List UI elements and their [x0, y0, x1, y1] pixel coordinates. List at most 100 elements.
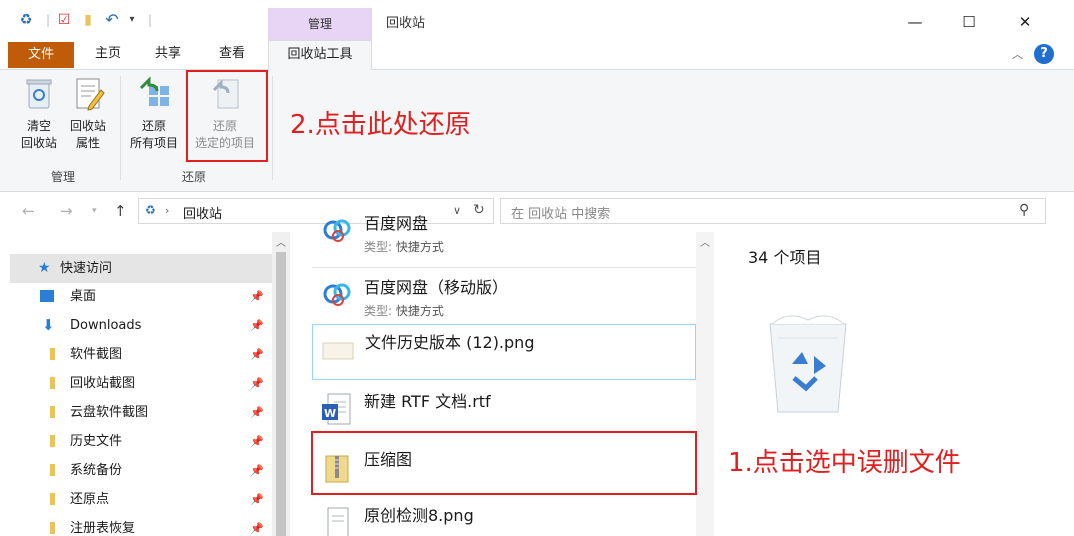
file-name: 原创检测8.png [364, 506, 474, 525]
customize-toolbar-icon[interactable]: ▾ [124, 12, 140, 28]
baidu-netdisk-icon [320, 214, 354, 250]
scroll-up-icon[interactable]: ︿ [700, 234, 710, 249]
star-icon: ★ [38, 260, 51, 276]
new-folder-icon[interactable]: ▮ [80, 12, 96, 28]
recycle-bin-icon [22, 76, 56, 112]
folder-icon [50, 522, 55, 534]
restore-all-items-button[interactable]: 还原 所有项目 [124, 76, 184, 152]
context-group-label: 管理 [307, 17, 332, 31]
file-type: 类型: 快捷方式 [364, 302, 444, 319]
nav-item-folder[interactable]: 还原点 📌 [10, 485, 272, 514]
tab-home[interactable]: 主页 [84, 40, 132, 70]
download-icon: ⬇ [42, 316, 55, 334]
tab-recycle-bin-tools[interactable]: 回收站工具 [268, 40, 372, 71]
properties-label-2: 属性 [75, 136, 100, 150]
file-type: 类型: 快捷方式 [364, 238, 444, 255]
nav-item-folder[interactable]: 历史文件 📌 [10, 427, 272, 456]
breadcrumb-recycle-bin[interactable]: 回收站 [183, 203, 222, 222]
ribbon-tab-row: 文件 主页 共享 查看 回收站工具 ︿ ? [0, 40, 1074, 71]
recycle-bin-properties-button[interactable]: 回收站 属性 [64, 76, 112, 152]
pin-icon[interactable]: 📌 [250, 514, 264, 536]
separator-icon: | [45, 13, 51, 27]
separator-icon: | [147, 13, 153, 27]
recycle-bin-small-icon: ♻ [19, 12, 33, 28]
tab-file[interactable]: 文件 [8, 42, 74, 68]
folder-icon [50, 406, 55, 418]
pin-icon[interactable]: 📌 [250, 340, 264, 369]
nav-item-downloads[interactable]: ⬇ Downloads 📌 [10, 311, 272, 340]
help-icon[interactable]: ? [1034, 44, 1054, 64]
file-name: 文件历史版本 (12).png [365, 333, 535, 352]
svg-text:W: W [324, 407, 336, 420]
pin-icon[interactable]: 📌 [250, 485, 264, 514]
nav-item-quick-access[interactable]: ★ 快速访问 [10, 254, 272, 283]
nav-item-label: 云盘软件截图 [70, 405, 149, 420]
nav-scrollbar[interactable]: ︿ [272, 232, 290, 536]
list-item[interactable]: 文件历史版本 (12).png [312, 324, 696, 380]
file-name: 新建 RTF 文档.rtf [364, 392, 491, 411]
collapse-ribbon-icon[interactable]: ︿ [1012, 46, 1023, 62]
nav-item-folder[interactable]: 云盘软件截图 📌 [10, 398, 272, 427]
file-list-scrollbar[interactable]: ︿ [696, 232, 714, 536]
list-item[interactable]: W 新建 RTF 文档.rtf [312, 384, 696, 438]
nav-item-label: 历史文件 [70, 434, 123, 449]
pin-icon[interactable]: 📌 [250, 369, 264, 398]
nav-item-label: 桌面 [70, 289, 97, 304]
pin-icon[interactable]: 📌 [250, 311, 264, 340]
close-button[interactable]: ✕ [1002, 8, 1048, 36]
list-item[interactable]: 百度网盘（移动版） 类型: 快捷方式 [312, 270, 696, 324]
minimize-button[interactable]: — [892, 8, 938, 36]
empty-recycle-bin-button[interactable]: 清空 回收站 [14, 76, 64, 152]
pin-icon[interactable]: 📌 [250, 282, 264, 311]
undo-icon[interactable]: ↶ [104, 12, 120, 28]
ribbon-group-divider [272, 76, 273, 180]
nav-item-label: 系统备份 [70, 463, 123, 478]
nav-item-label: 还原点 [70, 492, 110, 507]
restore-all-icon [137, 76, 171, 112]
pin-icon[interactable]: 📌 [250, 398, 264, 427]
image-file-icon [320, 506, 354, 536]
annotation-step1: 1.点击选中误删文件 [728, 448, 961, 478]
restore-all-label-2: 所有项目 [129, 136, 178, 150]
breadcrumb-chevron-icon[interactable]: › [165, 204, 169, 217]
list-item[interactable]: 原创检测8.png [312, 498, 696, 536]
nav-item-folder[interactable]: 回收站截图 📌 [10, 369, 272, 398]
group-label-restore: 还原 [181, 170, 206, 184]
file-type-label: 类型: [364, 304, 393, 318]
pin-icon[interactable]: 📌 [250, 456, 264, 485]
forward-arrow-icon[interactable]: → [60, 202, 73, 220]
back-arrow-icon[interactable]: ← [22, 202, 35, 220]
up-arrow-icon[interactable]: ↑ [114, 202, 127, 220]
properties-document-icon [71, 76, 105, 112]
context-tab-group: 管理 [268, 8, 372, 40]
nav-item-label: 快速访问 [60, 261, 113, 276]
nav-item-folder[interactable]: 系统备份 📌 [10, 456, 272, 485]
nav-item-label: 注册表恢复 [70, 521, 136, 536]
file-type-value: 快捷方式 [395, 304, 444, 318]
tab-share[interactable]: 共享 [144, 40, 192, 70]
nav-item-folder[interactable]: 注册表恢复 📌 [10, 514, 272, 536]
recycle-bin-small-icon: ♻ [145, 203, 156, 217]
group-label-manage: 管理 [50, 170, 75, 184]
folder-icon [50, 464, 55, 476]
item-divider [312, 267, 696, 268]
annotation-box-select-file [311, 431, 697, 495]
file-name: 百度网盘（移动版） [364, 278, 509, 297]
pin-icon[interactable]: 📌 [250, 427, 264, 456]
tab-view[interactable]: 查看 [208, 40, 256, 70]
properties-label-1: 回收站 [69, 119, 106, 133]
maximize-button[interactable]: ☐ [946, 8, 992, 36]
recent-locations-icon[interactable]: ▾ [92, 206, 97, 216]
search-icon[interactable]: ⚲ [1019, 202, 1029, 218]
properties-check-icon[interactable]: ☑ [56, 12, 72, 28]
list-item[interactable]: 百度网盘 类型: 快捷方式 [312, 206, 696, 260]
scroll-up-icon[interactable]: ︿ [276, 234, 286, 249]
file-name: 百度网盘 [364, 214, 429, 233]
nav-item-folder[interactable]: 软件截图 📌 [10, 340, 272, 369]
title-bar: ♻ | ☑ ▮ ↶ ▾ | 管理 回收站 — ☐ ✕ [0, 0, 1074, 40]
nav-scroll-thumb[interactable] [276, 252, 286, 536]
nav-item-desktop[interactable]: 桌面 📌 [10, 282, 272, 311]
item-count: 34 个项目 [748, 248, 822, 267]
nav-item-label: 回收站截图 [70, 376, 136, 391]
word-file-icon: W [320, 392, 354, 428]
